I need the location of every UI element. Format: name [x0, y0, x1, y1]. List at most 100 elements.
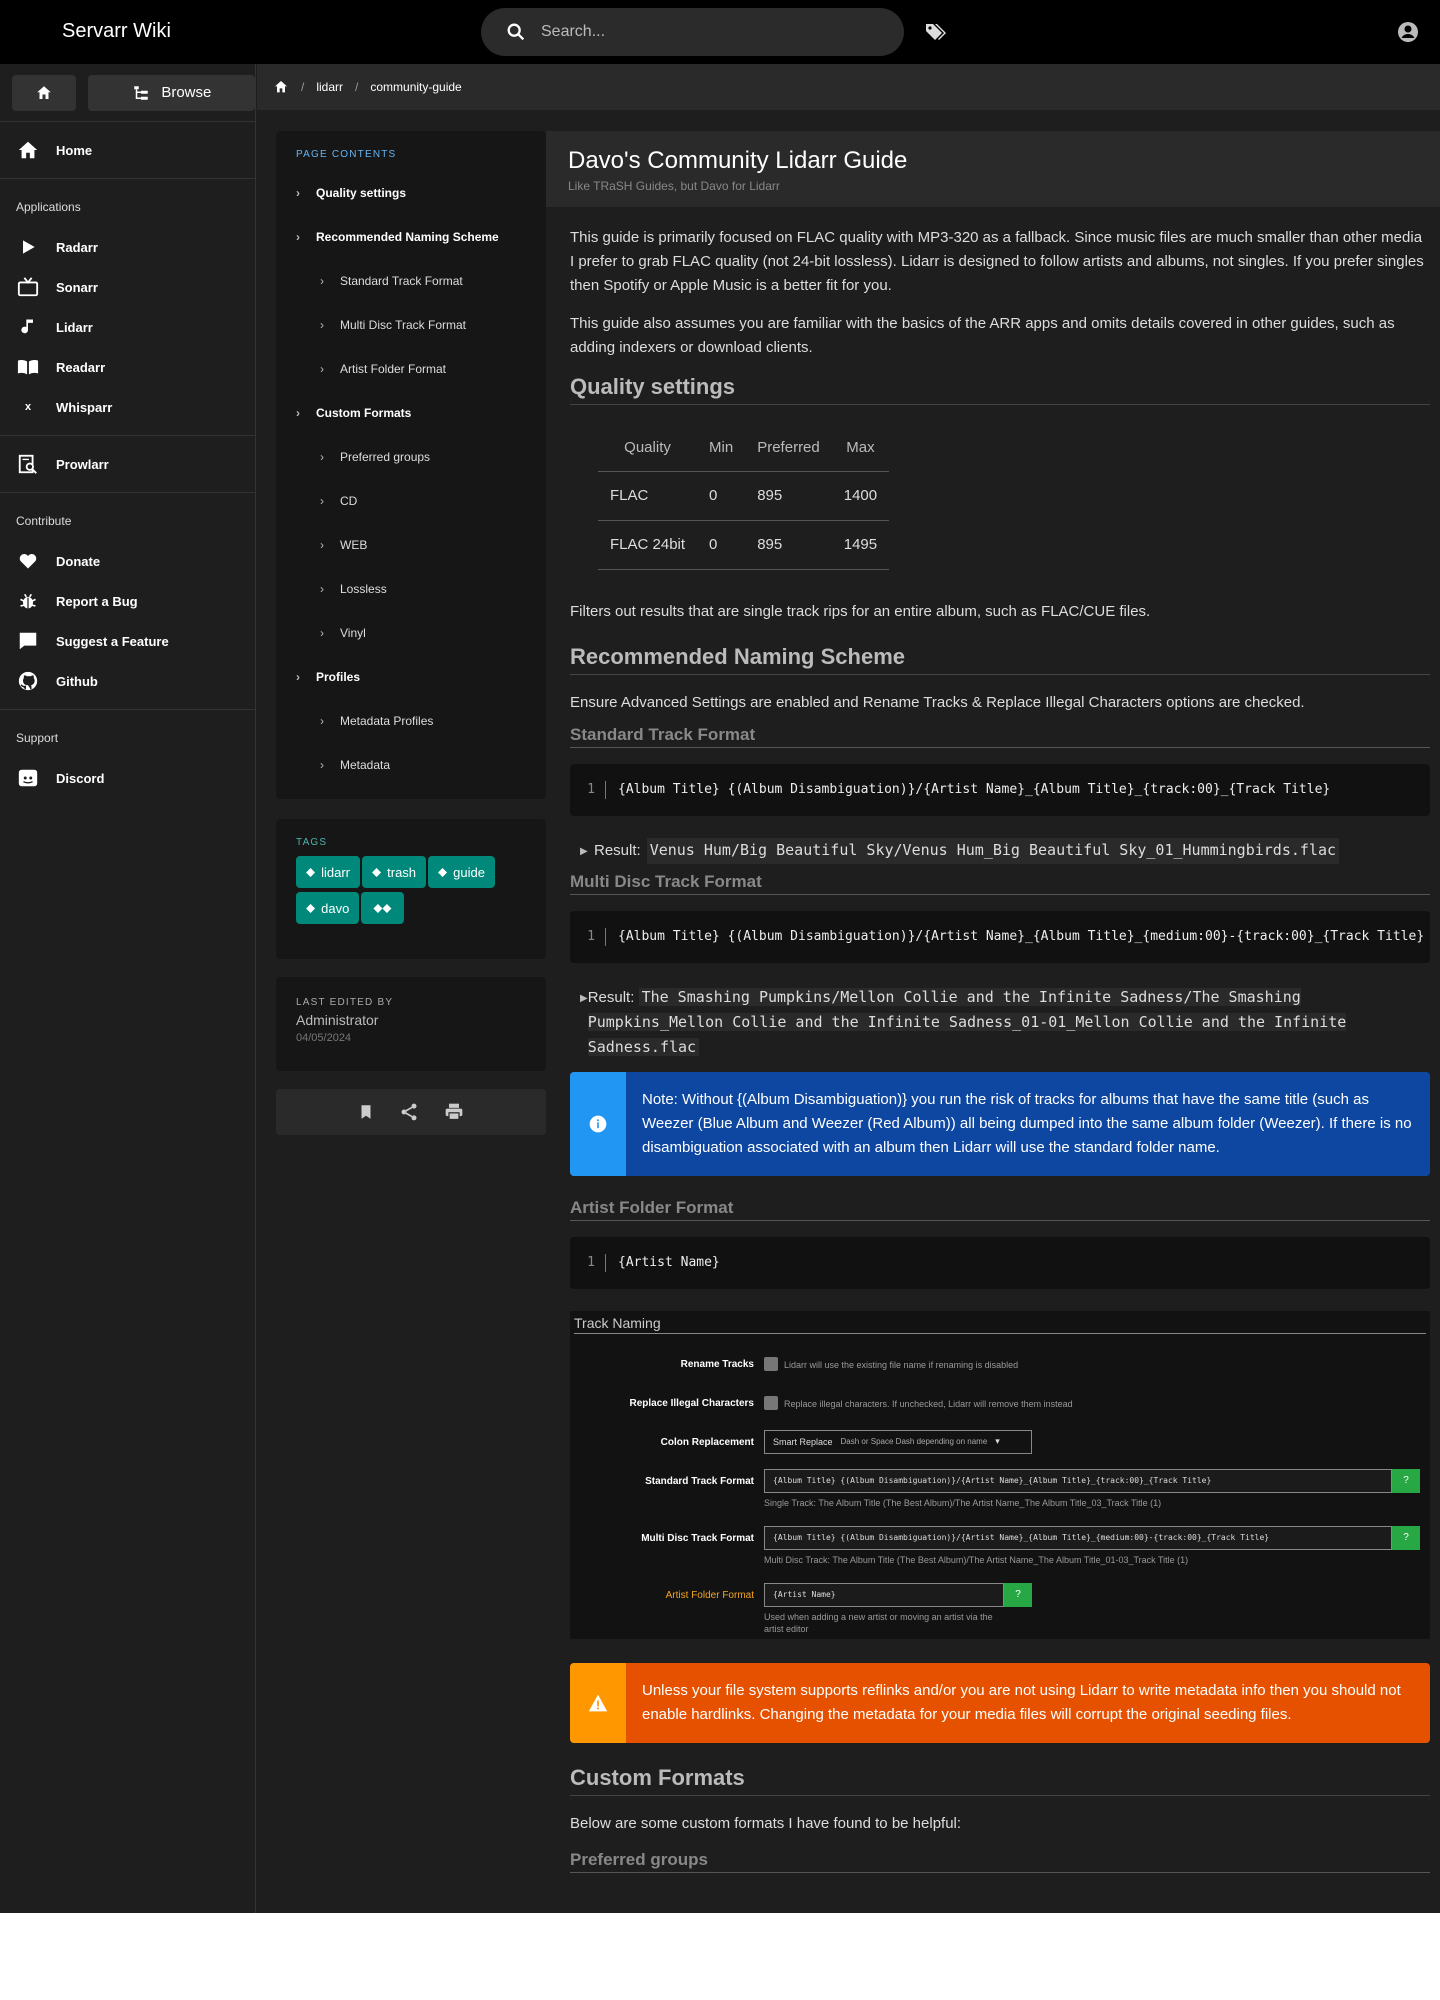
toc-item[interactable]: › Profiles [276, 655, 546, 699]
github-icon [16, 669, 40, 693]
share-icon[interactable] [399, 1102, 419, 1122]
sidebar-item-prowlarr[interactable]: Prowlarr [0, 444, 255, 484]
chevron-right-icon: › [320, 450, 324, 464]
artist-format-field: {Artist Name} [764, 1582, 1004, 1607]
column-header: Max [846, 439, 875, 457]
bookmark-icon[interactable] [357, 1102, 375, 1122]
divider [0, 492, 255, 493]
search-input[interactable] [541, 23, 881, 41]
tag-chip[interactable]: ⬥ davo [296, 892, 360, 924]
sidebar-item-sonarr[interactable]: Sonarr [0, 267, 255, 307]
column-header: Quality [624, 439, 671, 457]
toc-item[interactable]: › Recommended Naming Scheme [276, 215, 546, 259]
section-support: Support [16, 731, 59, 745]
sidebar-item-label: Prowlarr [56, 456, 109, 472]
table-cell: FLAC [598, 470, 698, 521]
breadcrumb-item[interactable]: community-guide [370, 80, 461, 94]
article-content: This guide is primarily focused on FLAC … [570, 226, 1430, 1889]
toc-label: Quality settings [316, 186, 407, 200]
table-cell: 0 [697, 470, 746, 521]
toc-item[interactable]: › Custom Formats [276, 391, 546, 435]
toc-item[interactable]: › Vinyl [276, 611, 546, 655]
sidebar-item-lidarr[interactable]: Lidarr [0, 307, 255, 347]
toc-label: Standard Track Format [340, 274, 463, 288]
table-header-row: Quality Min Preferred Max [598, 425, 889, 471]
toc-item[interactable]: › Metadata [276, 743, 546, 787]
divider [0, 709, 255, 710]
sidebar-item-label: Sonarr [56, 279, 98, 295]
search-box[interactable] [481, 8, 904, 56]
toc-item[interactable]: › Multi Disc Track Format [276, 303, 546, 347]
sidebar-item-radarr[interactable]: Radarr [0, 227, 255, 267]
section-heading-quality[interactable]: Quality settings [570, 374, 1430, 405]
chevron-right-icon: › [320, 318, 324, 332]
sidebar-item-readarr[interactable]: Readarr [0, 347, 255, 387]
toc-item[interactable]: › Preferred groups [276, 435, 546, 479]
chevron-right-icon: › [320, 494, 324, 508]
toc-item[interactable]: › WEB [276, 523, 546, 567]
last-edited-heading: LAST EDITED BY [296, 997, 394, 1008]
browse-button[interactable]: Browse [87, 74, 255, 111]
result-details[interactable]: ▶ Result: Venus Hum/Big Beautiful Sky/Ve… [570, 837, 1430, 864]
tag-chip[interactable]: ⬥ guide [428, 856, 495, 888]
toc-item[interactable]: › Metadata Profiles [276, 699, 546, 743]
sidebar-item-label: Home [56, 142, 93, 158]
sidebar-item-suggest-feature[interactable]: Suggest a Feature [0, 621, 255, 661]
print-icon[interactable] [443, 1102, 465, 1122]
code-text: {Album Title} {(Album Disambiguation)}/{… [618, 929, 1425, 944]
multi-format-field: {Album Title} {(Album Disambiguation)}/{… [764, 1525, 1392, 1550]
divider [0, 178, 255, 179]
column-header: Preferred [757, 439, 820, 457]
result-value: Venus Hum/Big Beautiful Sky/Venus Hum_Bi… [646, 837, 1340, 864]
tags-icon[interactable] [923, 20, 947, 44]
label-replace-illegal: Replace Illegal Characters [629, 1397, 754, 1409]
sidebar-item-discord[interactable]: Discord [0, 758, 255, 798]
triangle-right-icon: ▶ [580, 992, 588, 1004]
sidebar-item-label: Whisparr [56, 399, 113, 415]
table-cell: 0 [697, 519, 746, 570]
subheading-standard-track[interactable]: Standard Track Format [570, 725, 1430, 748]
chevron-right-icon: › [320, 362, 324, 376]
toc-item[interactable]: › Artist Folder Format [276, 347, 546, 391]
all-tags-button[interactable]: ⬥⬥ [361, 892, 404, 924]
tag-label: trash [387, 864, 417, 880]
sidebar-item-label: Radarr [56, 239, 98, 255]
subheading-multi-disc[interactable]: Multi Disc Track Format [570, 872, 1430, 895]
toc-label: CD [340, 494, 358, 508]
result-details[interactable]: ▶ Result: The Smashing Pumpkins/Mellon C… [570, 985, 1430, 1060]
home-button[interactable] [12, 74, 76, 111]
chevron-right-icon: › [296, 670, 300, 684]
sidebar-item-donate[interactable]: Donate [0, 541, 255, 581]
note-text: Note: Without {(Album Disambiguation)} y… [642, 1090, 1412, 1156]
home-icon [16, 138, 40, 162]
line-number: 1 [570, 927, 606, 946]
book-open-icon [16, 355, 40, 379]
tag-chip[interactable]: ⬥ trash [362, 856, 427, 888]
home-icon[interactable] [273, 79, 289, 95]
account-icon[interactable] [1396, 20, 1420, 44]
section-heading-naming[interactable]: Recommended Naming Scheme [570, 644, 1430, 675]
toc-item[interactable]: › CD [276, 479, 546, 523]
label-standard-track: Standard Track Format [645, 1475, 754, 1487]
subheading-artist-folder[interactable]: Artist Folder Format [570, 1198, 1430, 1221]
section-heading-custom-formats[interactable]: Custom Formats [570, 1765, 1430, 1796]
sidebar-item-home[interactable]: Home [0, 130, 255, 170]
page-subtitle: Like TRaSH Guides, but Davo for Lidarr [568, 179, 780, 193]
edit-date: 04/05/2024 [296, 1032, 352, 1044]
toc-item[interactable]: › Quality settings [276, 171, 546, 215]
toc-item[interactable]: › Lossless [276, 567, 546, 611]
table-cell: 895 [745, 470, 832, 521]
tag-chip[interactable]: ⬥ lidarr [296, 856, 361, 888]
tag-icon: ⬥ [306, 900, 316, 915]
artist-hint-line1: Used when adding a new artist or moving … [764, 1611, 993, 1622]
search-page-icon [16, 452, 40, 476]
help-button: ? [1392, 1468, 1420, 1493]
sidebar-item-whisparr[interactable]: x Whisparr [0, 387, 255, 427]
sidebar-item-report-bug[interactable]: Report a Bug [0, 581, 255, 621]
sidebar-item-github[interactable]: Github [0, 661, 255, 701]
xxx-icon: x [24, 401, 32, 413]
brand-title[interactable]: Servarr Wiki [62, 20, 171, 43]
breadcrumb-item[interactable]: lidarr [316, 80, 343, 94]
subheading-preferred-groups[interactable]: Preferred groups [570, 1850, 1430, 1873]
toc-item[interactable]: › Standard Track Format [276, 259, 546, 303]
